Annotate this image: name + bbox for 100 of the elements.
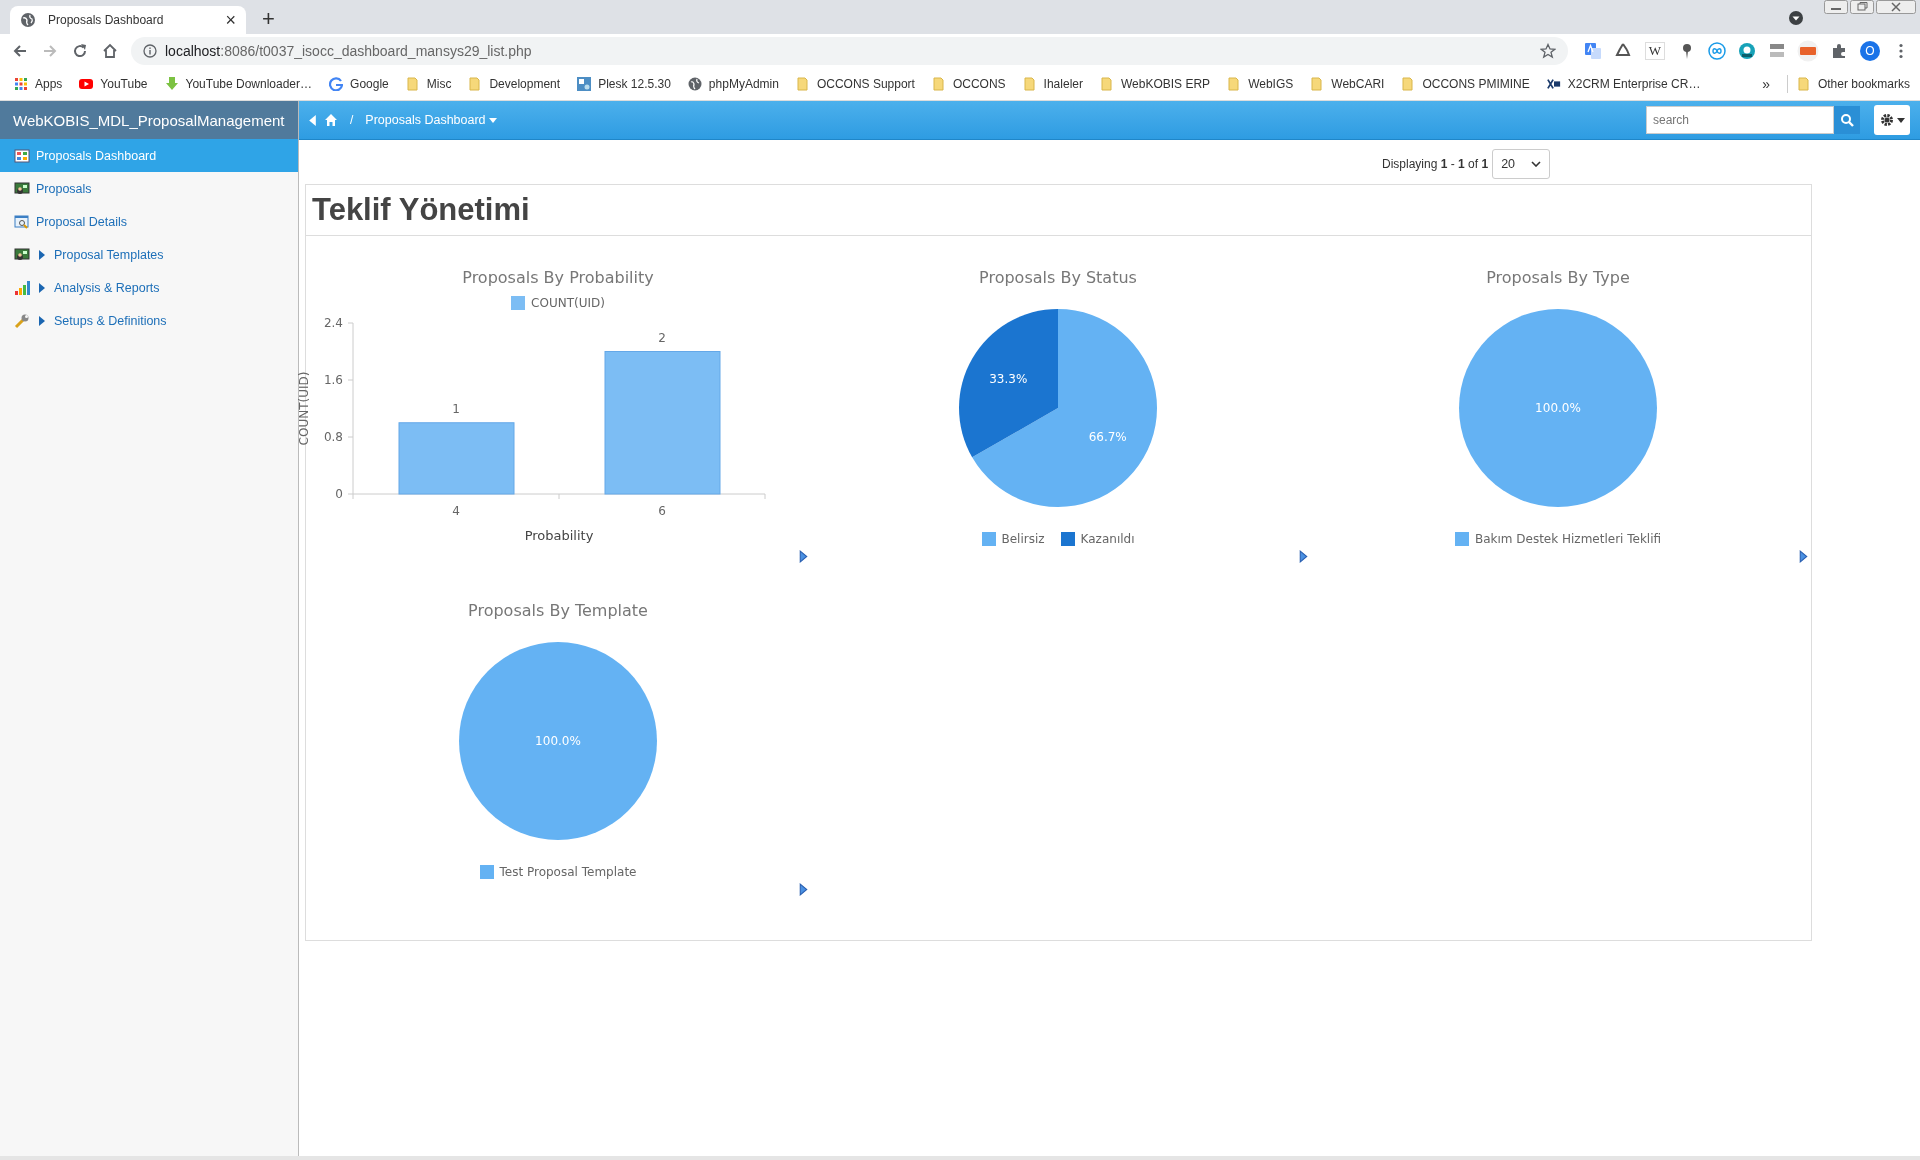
tab-search-icon[interactable]: [1788, 10, 1804, 26]
bookmark[interactable]: YouTube Downloader…: [164, 77, 313, 91]
search-icon: [1840, 113, 1854, 127]
extension-button[interactable]: W: [1644, 42, 1665, 60]
sidebar-item[interactable]: Proposals: [0, 172, 298, 205]
bookmark[interactable]: WebIGS: [1227, 77, 1294, 91]
logo-icon: [1546, 77, 1561, 91]
data-label: 66.7%: [1088, 429, 1127, 444]
page-title: Teklif Yönetimi: [306, 185, 1811, 236]
download-arrow-icon: [164, 77, 179, 91]
sidebar-item[interactable]: Proposal Details: [0, 205, 298, 238]
bookmark[interactable]: Plesk 12.5.30: [577, 77, 671, 91]
new-tab-button[interactable]: +: [262, 8, 275, 30]
bookmark[interactable]: OCCONS: [931, 77, 1006, 91]
legend-swatch: [479, 865, 494, 879]
close-window-icon[interactable]: [1876, 0, 1916, 14]
caret-icon: [488, 117, 497, 123]
folder-icon: [468, 77, 483, 91]
data-label: 100.0%: [535, 734, 581, 748]
square-logo-icon: [577, 77, 592, 91]
expand-triangle-icon: [39, 282, 45, 293]
minimize-icon[interactable]: [1824, 0, 1848, 14]
pie-slice[interactable]: [959, 309, 1058, 458]
pie-slice[interactable]: [972, 309, 1157, 507]
bookmark-folder[interactable]: Other bookmarks: [1796, 77, 1910, 91]
sidebar-item[interactable]: Setups & Definitions: [0, 304, 298, 337]
settings-button[interactable]: [1874, 105, 1910, 135]
axis-tick-label: 2.4: [323, 316, 343, 330]
page-size-select[interactable]: 20: [1492, 149, 1551, 179]
bookmark[interactable]: Misc: [405, 77, 452, 91]
folder-icon: [1401, 77, 1416, 91]
folder-icon: [1022, 77, 1037, 91]
chart-title: Proposals By Template: [468, 601, 648, 622]
address-bar[interactable]: localhost:8086/t0037_isocc_dashboard_mansys29_list.php: [131, 37, 1568, 65]
folder-icon: [1227, 77, 1242, 91]
sidebar-item[interactable]: Proposal Templates: [0, 238, 298, 271]
collapse-icon[interactable]: [309, 114, 316, 126]
chart-title: Proposals By Type: [1486, 268, 1630, 289]
expand-arrow-icon[interactable]: [1799, 550, 1808, 563]
bookmark[interactable]: Apps: [14, 77, 63, 91]
axis-tick-label: 6: [658, 504, 666, 518]
bookmark[interactable]: phpMyAdmin: [687, 77, 779, 91]
legend-item[interactable]: Test Proposal Template: [479, 865, 637, 879]
folder-icon: [1099, 77, 1114, 91]
close-tab-button[interactable]: ×: [225, 11, 236, 29]
translate-icon[interactable]: [1583, 42, 1602, 60]
caret-icon: [1896, 117, 1905, 123]
more-bookmarks-button[interactable]: »: [1762, 76, 1770, 92]
bookmark[interactable]: Google: [329, 77, 389, 91]
folder-icon: [795, 77, 810, 91]
legend-swatch: [1454, 532, 1469, 546]
url-text: localhost:8086/t0037_isocc_dashboard_mansys29_list.php: [165, 43, 532, 59]
bookmark[interactable]: YouTube: [79, 77, 148, 91]
infinity-icon[interactable]: [1708, 42, 1726, 60]
chart-title: Proposals By Status: [979, 268, 1137, 289]
data-label: 2: [658, 330, 666, 345]
folder-icon: [1310, 77, 1325, 91]
expand-arrow-icon[interactable]: [799, 550, 808, 563]
expand-triangle-icon: [39, 315, 45, 326]
legend-item[interactable]: Kazanıldı: [1060, 532, 1135, 546]
expand-arrow-icon[interactable]: [799, 883, 808, 896]
restore-icon[interactable]: [1850, 0, 1874, 14]
profile-avatar[interactable]: O: [1860, 41, 1880, 61]
apps-grid-icon: [14, 77, 28, 91]
home-icon[interactable]: [324, 113, 338, 127]
legend-swatch: [511, 296, 526, 310]
axis-tick-label: 0.8: [323, 430, 343, 444]
play-icon: [79, 77, 94, 91]
monitor-icon: [14, 246, 30, 263]
bookmark[interactable]: Ihaleler: [1022, 77, 1083, 91]
folder-icon: [1796, 77, 1811, 91]
browser-tab[interactable]: Proposals Dashboard ×: [10, 6, 246, 34]
info-icon: [143, 44, 157, 58]
app-title: WebKOBIS_MDL_ProposalManagement: [0, 101, 298, 139]
bookmark[interactable]: OCCONS Support: [795, 77, 915, 91]
expand-triangle-icon: [39, 249, 45, 260]
globe-icon: [20, 12, 36, 28]
search-button[interactable]: [1834, 106, 1860, 134]
letter-g-icon: [329, 77, 344, 91]
legend-item[interactable]: Belirsiz: [981, 532, 1045, 546]
data-label: 1: [452, 401, 460, 416]
reload-icon[interactable]: [71, 42, 89, 60]
home-icon[interactable]: [101, 42, 119, 60]
legend-item[interactable]: COUNT(UID): [511, 296, 605, 310]
search-field[interactable]: search: [1646, 106, 1834, 134]
expand-arrow-icon[interactable]: [1299, 550, 1308, 563]
legend-swatch: [1060, 532, 1075, 546]
legend-item[interactable]: Bakım Destek Hizmetleri Teklifi: [1454, 532, 1662, 546]
bookmark[interactable]: OCCONS PMIMINE: [1401, 77, 1530, 91]
bookmark[interactable]: Development: [468, 77, 561, 91]
star-icon[interactable]: [1539, 43, 1556, 59]
window-search-icon: [14, 213, 30, 230]
bookmark[interactable]: WebCARI: [1310, 77, 1385, 91]
wrench-icon: [14, 312, 30, 329]
sidebar-item[interactable]: Analysis & Reports: [0, 271, 298, 304]
extensions-icon[interactable]: [1830, 42, 1848, 60]
chart-title: Proposals By Probability: [462, 268, 654, 289]
bookmark[interactable]: WebKOBIS ERP: [1099, 77, 1211, 91]
bookmark[interactable]: X2CRM Enterprise CR…: [1546, 77, 1701, 91]
pagination-text: Displaying 1 - 1 of 1: [1382, 157, 1489, 171]
